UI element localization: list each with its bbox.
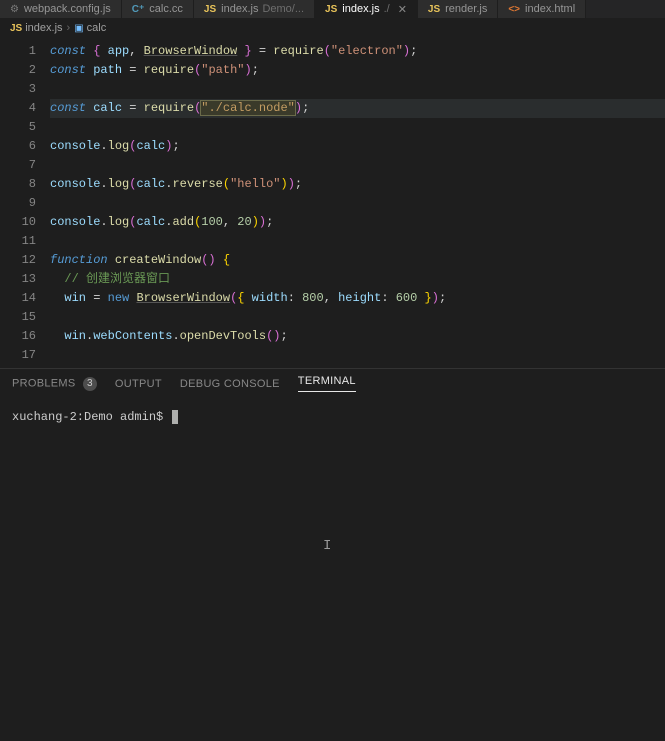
line-number: 6 [0,137,50,156]
editor-tab[interactable]: C⁺ calc.cc [122,0,194,18]
code-line[interactable] [50,156,665,175]
editor-tab[interactable]: JS index.js ./ ✕ [315,0,418,18]
tab-terminal[interactable]: TERMINAL [298,375,356,392]
close-icon[interactable]: ✕ [398,3,407,16]
text-cursor-icon: I [323,538,331,554]
tab-hint: Demo/... [262,3,304,15]
editor-tab[interactable]: <> index.html [498,0,586,18]
editor-tab-bar: ⚙ webpack.config.js C⁺ calc.cc JS index.js Dem… [0,0,665,18]
tab-output[interactable]: OUTPUT [115,378,162,390]
cpp-icon: C⁺ [132,4,145,15]
code-line[interactable]: const { app, BrowserWindow } = require("… [50,42,665,61]
tab-label: calc.cc [149,3,183,15]
breadcrumb-file: index.js [25,22,62,34]
line-number: 2 [0,61,50,80]
code-line[interactable] [50,232,665,251]
code-line[interactable]: win.webContents.openDevTools(); [50,327,665,346]
line-number: 13 [0,270,50,289]
tab-label: index.html [525,3,575,15]
line-number: 1 [0,42,50,61]
code-line[interactable]: console.log(calc.add(100, 20)); [50,213,665,232]
code-line[interactable]: win = new BrowserWindow({ width: 800, he… [50,289,665,308]
problems-count-badge: 3 [83,377,97,391]
line-number: 12 [0,251,50,270]
editor-tab[interactable]: JS render.js [418,0,498,18]
tab-label: render.js [445,3,487,15]
editor-tab[interactable]: JS index.js Demo/... [194,0,315,18]
code-line[interactable]: console.log(calc); [50,137,665,156]
code-line[interactable]: // 创建浏览器窗口 [50,270,665,289]
line-number-gutter: 1234567891011121314151617 [0,38,50,368]
code-line[interactable]: function createWindow() { [50,251,665,270]
tab-label: index.js [221,3,258,15]
breadcrumb[interactable]: JS index.js › ▣ calc [0,18,665,38]
terminal-prompt: xuchang-2:Demo admin$ [12,410,170,424]
panel-tab-bar: PROBLEMS 3 OUTPUT DEBUG CONSOLE TERMINAL [0,368,665,398]
symbol-icon: ▣ [74,23,83,34]
code-line[interactable]: const calc = require("./calc.node"); [50,99,665,118]
js-icon: JS [325,4,337,15]
tab-label: webpack.config.js [24,3,111,15]
line-number: 11 [0,232,50,251]
line-number: 17 [0,346,50,365]
line-number: 4 [0,99,50,118]
code-line[interactable] [50,80,665,99]
line-number: 9 [0,194,50,213]
code-line[interactable] [50,308,665,327]
line-number: 15 [0,308,50,327]
code-editor[interactable]: 1234567891011121314151617 const { app, B… [0,38,665,368]
js-icon: JS [428,4,440,15]
tab-problems[interactable]: PROBLEMS 3 [12,377,97,391]
line-number: 10 [0,213,50,232]
js-icon: JS [204,4,216,15]
code-line[interactable] [50,194,665,213]
line-number: 7 [0,156,50,175]
tab-hint: ./ [384,3,390,15]
tab-debug-console[interactable]: DEBUG CONSOLE [180,378,280,390]
js-icon: JS [10,23,22,34]
line-number: 3 [0,80,50,99]
code-line[interactable]: console.log(calc.reverse("hello")); [50,175,665,194]
chevron-right-icon: › [67,22,71,34]
code-line[interactable] [50,346,665,365]
config-icon: ⚙ [10,4,19,15]
line-number: 16 [0,327,50,346]
code-content[interactable]: const { app, BrowserWindow } = require("… [50,38,665,368]
code-line[interactable] [50,118,665,137]
breadcrumb-symbol: calc [87,22,107,34]
terminal-panel[interactable]: xuchang-2:Demo admin$ I [0,398,665,741]
line-number: 8 [0,175,50,194]
line-number: 5 [0,118,50,137]
terminal-cursor [172,410,178,424]
tab-label: index.js [342,3,379,15]
line-number: 14 [0,289,50,308]
code-line[interactable]: const path = require("path"); [50,61,665,80]
html-icon: <> [508,4,520,15]
editor-tab[interactable]: ⚙ webpack.config.js [0,0,122,18]
